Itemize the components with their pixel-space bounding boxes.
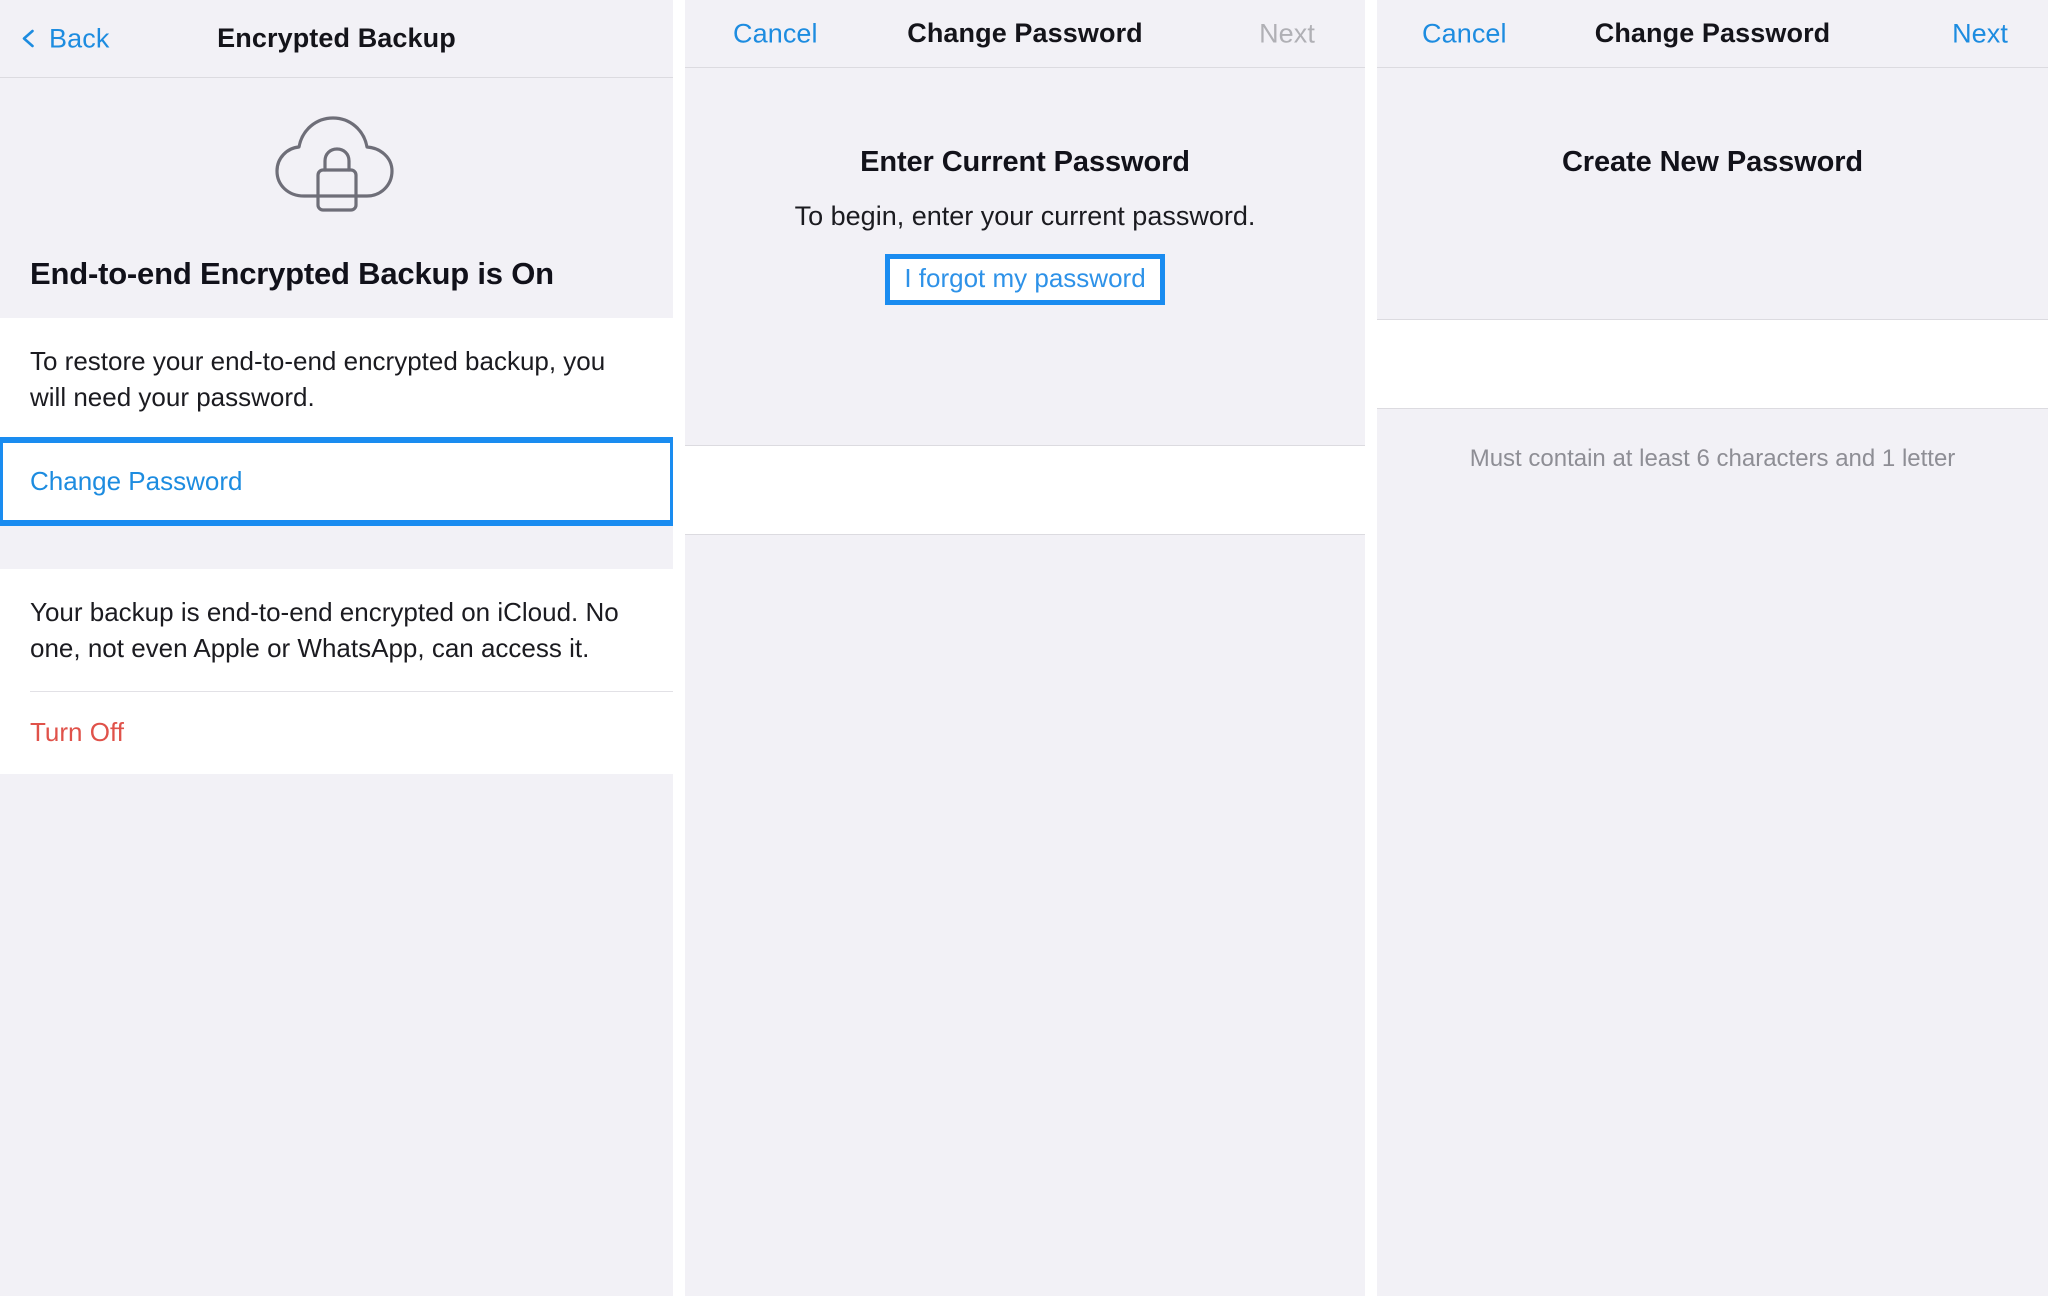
new-password-field-row[interactable] [1377, 319, 2048, 409]
forgot-password-label: I forgot my password [904, 263, 1146, 293]
next-label: Next [1952, 18, 2008, 48]
encryption-footer-text: Your backup is end-to-end encrypted on i… [30, 596, 619, 663]
back-label: Back [49, 23, 110, 53]
turn-off-row[interactable]: Turn Off [0, 690, 673, 774]
panel-gap-2 [1365, 0, 1377, 1296]
right-body: Create New Password Must contain at leas… [1377, 68, 2048, 1296]
current-password-field-row[interactable] [685, 445, 1365, 535]
right-filler [1377, 473, 2048, 1296]
hero-section: End-to-end Encrypted Backup is On [0, 78, 673, 318]
cancel-button-middle[interactable]: Cancel [733, 18, 818, 49]
password-requirements-hint: Must contain at least 6 characters and 1… [1469, 445, 1956, 472]
middle-spacer [685, 391, 1365, 445]
left-panel-filler [0, 773, 673, 1296]
create-password-header: Create New Password [1377, 68, 2048, 265]
hero-title: End-to-end Encrypted Backup is On [30, 256, 554, 291]
middle-navbar: Cancel Change Password Next [685, 0, 1365, 68]
forgot-password-link[interactable]: I forgot my password [885, 254, 1165, 305]
left-navbar: Back Encrypted Backup [0, 0, 673, 78]
panel-gap-1 [673, 0, 685, 1296]
next-button-right[interactable]: Next [1952, 18, 2008, 49]
enter-current-password-screen: Cancel Change Password Next Enter Curren… [685, 0, 1365, 1296]
backup-info-card: To restore your end-to-end encrypted bac… [0, 318, 673, 526]
middle-filler [685, 535, 1365, 1296]
create-password-title: Create New Password [1561, 146, 1864, 178]
new-password-input[interactable] [1377, 320, 2048, 408]
cancel-label: Cancel [1422, 18, 1507, 48]
restore-description: To restore your end-to-end encrypted bac… [30, 346, 606, 412]
encrypted-backup-screen: Back Encrypted Backup End-to-end Encrypt… [0, 0, 673, 1296]
enter-password-header: Enter Current Password To begin, enter y… [685, 68, 1365, 391]
three-panel-screenshot: Back Encrypted Backup End-to-end Encrypt… [0, 0, 2048, 1296]
right-spacer [1377, 265, 2048, 319]
middle-body: Enter Current Password To begin, enter y… [685, 68, 1365, 1296]
forgot-password-wrap: I forgot my password [685, 254, 1365, 305]
current-password-input[interactable] [685, 446, 1365, 534]
change-password-row[interactable]: Change Password [0, 436, 673, 526]
next-button-middle[interactable]: Next [1259, 18, 1315, 49]
create-new-password-screen: Cancel Change Password Next Create New P… [1377, 0, 2048, 1296]
backup-footer-card: Your backup is end-to-end encrypted on i… [0, 568, 673, 774]
enter-password-subtitle: To begin, enter your current password. [794, 201, 1256, 231]
back-button[interactable]: Back [18, 23, 109, 54]
next-label: Next [1259, 18, 1315, 48]
chevron-left-icon [18, 28, 40, 50]
cancel-button-right[interactable]: Cancel [1422, 18, 1507, 49]
section-gap-1 [0, 522, 673, 569]
cancel-label: Cancel [733, 18, 818, 48]
cloud-lock-icon [0, 108, 673, 220]
enter-password-title: Enter Current Password [860, 146, 1190, 178]
right-navbar: Cancel Change Password Next [1377, 0, 2048, 68]
